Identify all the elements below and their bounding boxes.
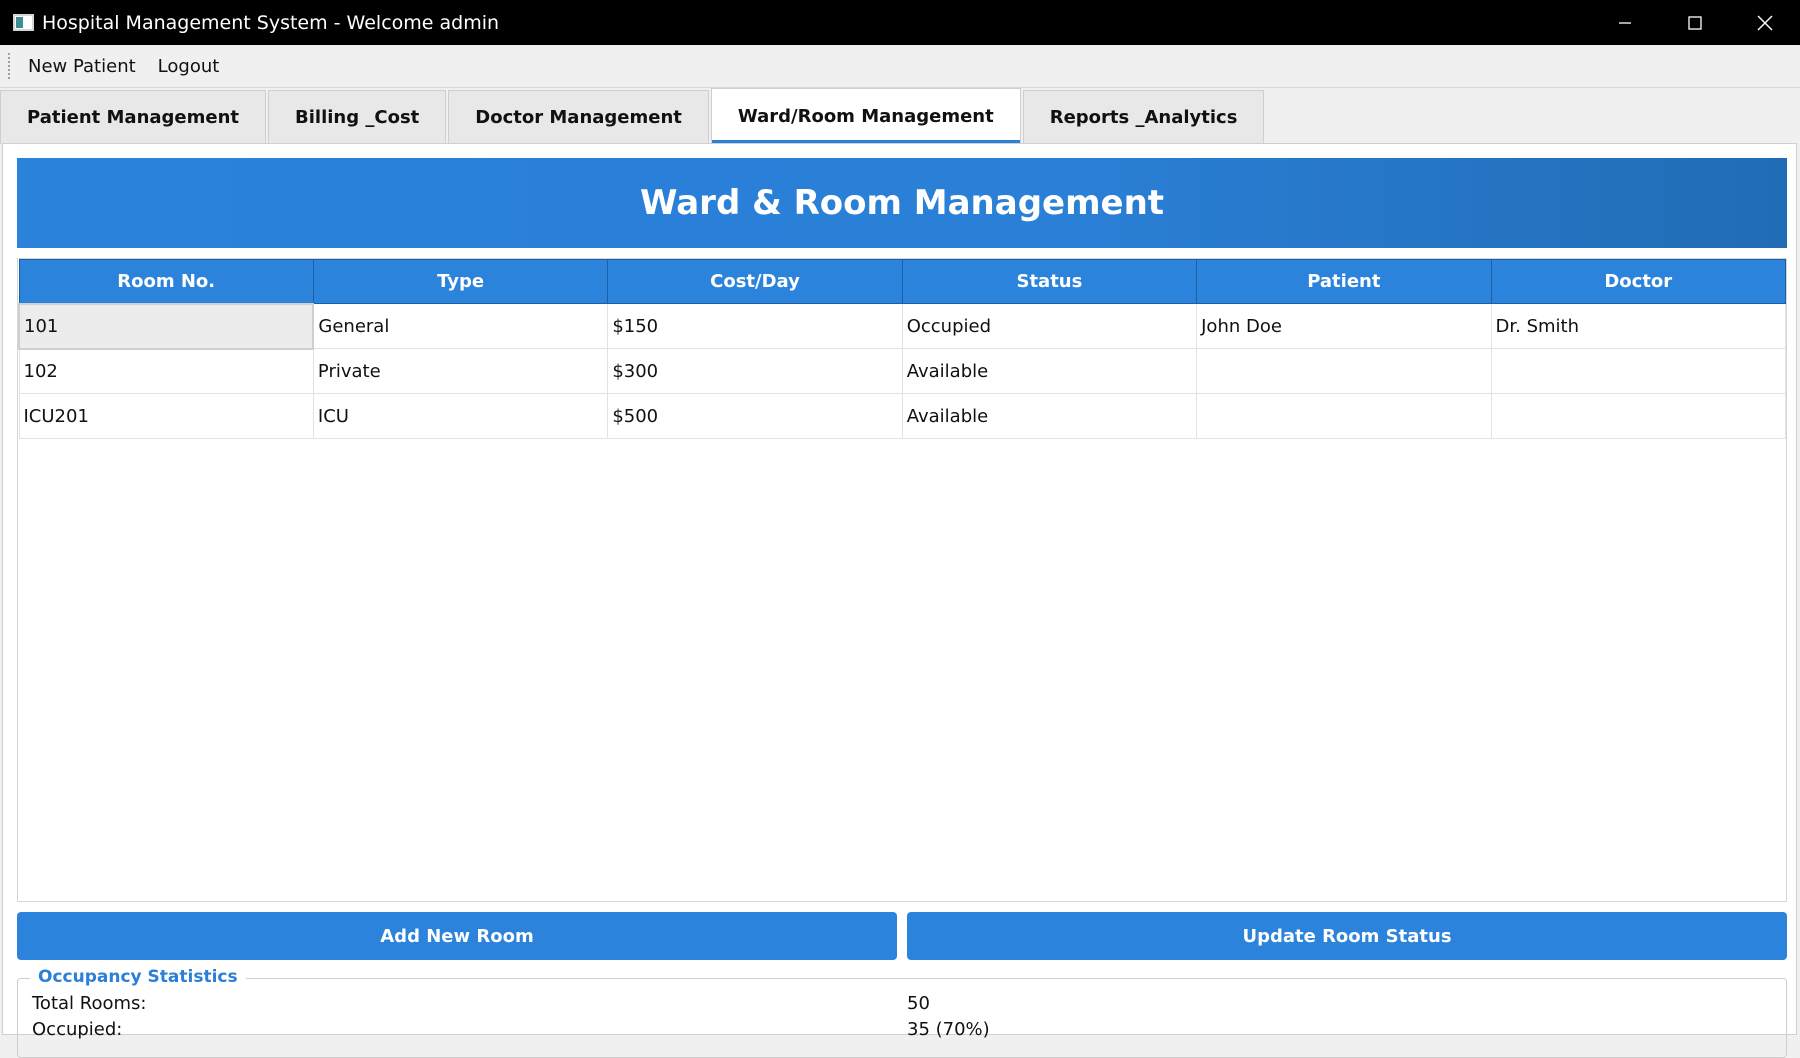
table-cell[interactable]: Occupied — [901, 303, 1198, 349]
minimize-button[interactable] — [1590, 0, 1660, 45]
tab-bar: Patient Management Billing _Cost Doctor … — [0, 88, 1800, 144]
table-cell[interactable]: John Doe — [1196, 303, 1492, 349]
occupied-value: 35 (70%) — [907, 1019, 990, 1040]
table-cell[interactable]: General — [312, 303, 609, 349]
window-controls — [1590, 0, 1800, 45]
table-cell[interactable]: ICU — [312, 393, 609, 439]
total-rooms-label: Total Rooms: — [32, 993, 147, 1014]
action-buttons: Add New Room Update Room Status — [17, 912, 1787, 960]
rooms-table: Room No. Type Cost/Day Status Patient Do… — [17, 259, 1787, 439]
table-header-row: Room No. Type Cost/Day Status Patient Do… — [18, 259, 1787, 304]
table-row[interactable]: 101 General $150 Occupied John Doe Dr. S… — [17, 302, 1787, 350]
tab-reports-analytics[interactable]: Reports _Analytics — [1022, 90, 1265, 144]
menu-new-patient[interactable]: New Patient — [28, 56, 148, 77]
page-title: Ward & Room Management — [639, 183, 1165, 223]
menu-bar: New Patient Logout — [0, 45, 1800, 88]
column-header-type[interactable]: Type — [312, 259, 609, 304]
occupied-label: Occupied: — [32, 1019, 123, 1040]
stats-row-total: Total Rooms: 50 — [32, 993, 1772, 1014]
tab-ward-room-management[interactable]: Ward/Room Management — [710, 88, 1021, 144]
table-cell[interactable]: Dr. Smith — [1490, 303, 1787, 349]
table-row[interactable]: 102 Private $300 Available — [18, 348, 1787, 394]
table-cell[interactable]: ICU201 — [18, 393, 314, 439]
tab-doctor-management[interactable]: Doctor Management — [448, 90, 709, 144]
close-button[interactable] — [1730, 0, 1800, 45]
table-cell[interactable] — [1196, 348, 1492, 394]
column-header-doctor[interactable]: Doctor — [1490, 259, 1787, 304]
table-cell[interactable]: $150 — [607, 303, 903, 349]
minimize-icon — [1619, 21, 1631, 24]
table-cell[interactable]: Available — [901, 393, 1198, 439]
add-new-room-button[interactable]: Add New Room — [17, 912, 897, 960]
column-header-room-no[interactable]: Room No. — [18, 259, 314, 304]
occupancy-statistics-group: Occupancy Statistics Total Rooms: 50 Occ… — [17, 967, 1787, 1058]
table-cell[interactable]: Private — [312, 348, 609, 394]
column-header-patient[interactable]: Patient — [1196, 259, 1492, 304]
toolbar-grip — [7, 52, 11, 80]
table-cell[interactable]: Available — [901, 348, 1198, 394]
table-cell[interactable] — [1490, 348, 1787, 394]
app-icon — [13, 14, 34, 31]
column-header-status[interactable]: Status — [901, 259, 1198, 304]
tab-content-panel: Ward & Room Management Room No. Type Cos… — [2, 143, 1797, 1058]
tab-patient-management[interactable]: Patient Management — [0, 90, 267, 144]
table-row[interactable]: ICU201 ICU $500 Available — [18, 393, 1787, 439]
maximize-icon — [1688, 15, 1702, 30]
total-rooms-value: 50 — [907, 993, 930, 1014]
table-cell[interactable]: 102 — [18, 348, 314, 394]
table-cell[interactable] — [1196, 393, 1492, 439]
table-cell[interactable]: 101 — [17, 302, 315, 350]
table-cell[interactable]: $500 — [607, 393, 903, 439]
menu-logout[interactable]: Logout — [158, 56, 232, 77]
close-icon — [1757, 15, 1773, 30]
rooms-table-container[interactable]: Room No. Type Cost/Day Status Patient Do… — [17, 258, 1787, 902]
table-cell[interactable]: $300 — [607, 348, 903, 394]
tab-billing-cost[interactable]: Billing _Cost — [268, 90, 447, 144]
stats-row-occupied: Occupied: 35 (70%) — [32, 1019, 1772, 1040]
column-header-cost-day[interactable]: Cost/Day — [607, 259, 903, 304]
maximize-button[interactable] — [1660, 0, 1730, 45]
window-title: Hospital Management System - Welcome adm… — [42, 11, 500, 34]
page-header-banner: Ward & Room Management — [17, 158, 1787, 248]
update-room-status-button[interactable]: Update Room Status — [907, 912, 1787, 960]
occupancy-statistics-legend: Occupancy Statistics — [30, 967, 246, 987]
table-cell[interactable] — [1490, 393, 1787, 439]
title-bar: Hospital Management System - Welcome adm… — [0, 0, 1800, 45]
